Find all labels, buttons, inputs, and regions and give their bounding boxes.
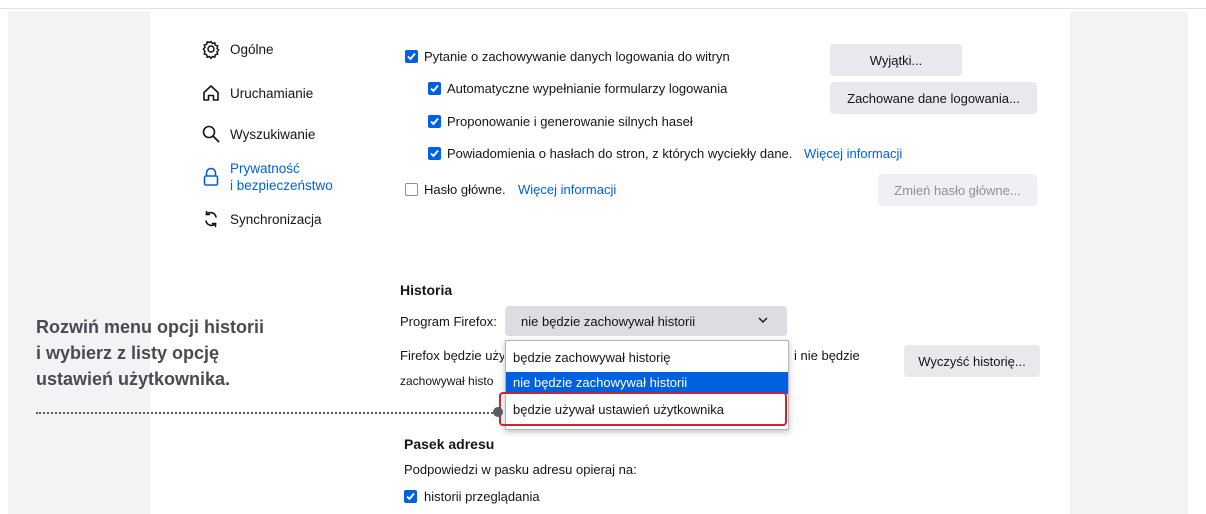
browsing-history-checkbox[interactable] [404,490,417,503]
history-heading: Historia [400,282,453,298]
history-mode-select[interactable]: nie będzie zachowywał historii [505,306,787,336]
history-option-remember[interactable]: będzie zachowywał historię [506,347,788,369]
search-icon [200,123,222,145]
sidebar-item-label-group: Prywatność i bezpieczeństwo [230,160,333,194]
top-divider [0,8,1206,9]
address-bar-description: Podpowiedzi w pasku adresu opieraj na: [404,462,637,477]
clear-history-button[interactable]: Wyczyść historię... [904,345,1040,377]
sidebar-item-label: i bezpieczeństwo [230,178,333,193]
master-password-label: Hasło główne. [424,182,506,197]
history-option-never-remember[interactable]: nie będzie zachowywał historii [506,372,788,394]
autofill-logins-checkbox[interactable] [428,82,441,95]
breach-alerts-more-info-link[interactable]: Więcej informacji [804,146,902,161]
home-icon [200,82,222,104]
breach-alerts-label: Powiadomienia o hasłach do stron, z któr… [447,146,793,161]
callout-leader-line [36,412,496,414]
suggest-strong-passwords-label: Proponowanie i generowanie silnych haseł [447,114,693,129]
callout-line: ustawień użytkownika. [36,369,231,389]
sidebar-item-home[interactable]: Uruchamianie [200,82,313,104]
chevron-down-icon [757,313,769,330]
sidebar-item-label: Uruchamianie [230,85,314,101]
browsing-history-label: historii przeglądania [424,489,540,504]
sidebar-item-general[interactable]: Ogólne [200,38,274,60]
highlight-frame [499,392,787,426]
ask-save-logins-label: Pytanie o zachowywanie danych logowania … [424,49,730,64]
master-password-more-info-link[interactable]: Więcej informacji [518,182,616,197]
saved-logins-button[interactable]: Zachowane dane logowania... [830,82,1037,114]
sidebar-item-privacy[interactable]: Prywatność i bezpieczeństwo [200,160,333,194]
change-master-password-button[interactable]: Zmień hasło główne... [878,174,1037,206]
history-program-label: Program Firefox: [400,314,497,329]
autofill-logins-label: Automatyczne wypełnianie formularzy logo… [447,81,728,96]
ask-save-logins-checkbox[interactable] [405,50,418,63]
history-description-line1: Firefox będzie uży [400,348,504,363]
callout-line: i wybierz z listy opcję [36,343,220,363]
history-description-line1-end: i nie będzie [794,348,860,363]
suggest-strong-passwords-checkbox[interactable] [428,115,441,128]
history-mode-selected-value: nie będzie zachowywał historii [521,314,696,329]
sidebar-item-label: Synchronizacja [230,211,322,227]
master-password-checkbox[interactable] [405,183,418,196]
address-bar-heading: Pasek adresu [404,436,495,452]
sidebar-item-label: Ogólne [230,41,274,57]
exceptions-button[interactable]: Wyjątki... [830,44,962,76]
callout-line: Rozwiń menu opcji historii [36,317,265,337]
sidebar-item-label: Prywatność [230,161,300,176]
callout-leader-dot [493,407,503,417]
instruction-callout: Rozwiń menu opcji historii i wybierz z l… [36,314,264,392]
lock-icon [200,166,222,188]
history-description-line2: zachowywał histo [400,374,494,388]
sidebar-item-label: Wyszukiwanie [230,126,316,142]
gear-icon [200,38,222,60]
sidebar-item-search[interactable]: Wyszukiwanie [200,123,315,145]
sidebar-item-sync[interactable]: Synchronizacja [200,208,322,230]
breach-alerts-checkbox[interactable] [428,147,441,160]
sync-icon [200,208,222,230]
